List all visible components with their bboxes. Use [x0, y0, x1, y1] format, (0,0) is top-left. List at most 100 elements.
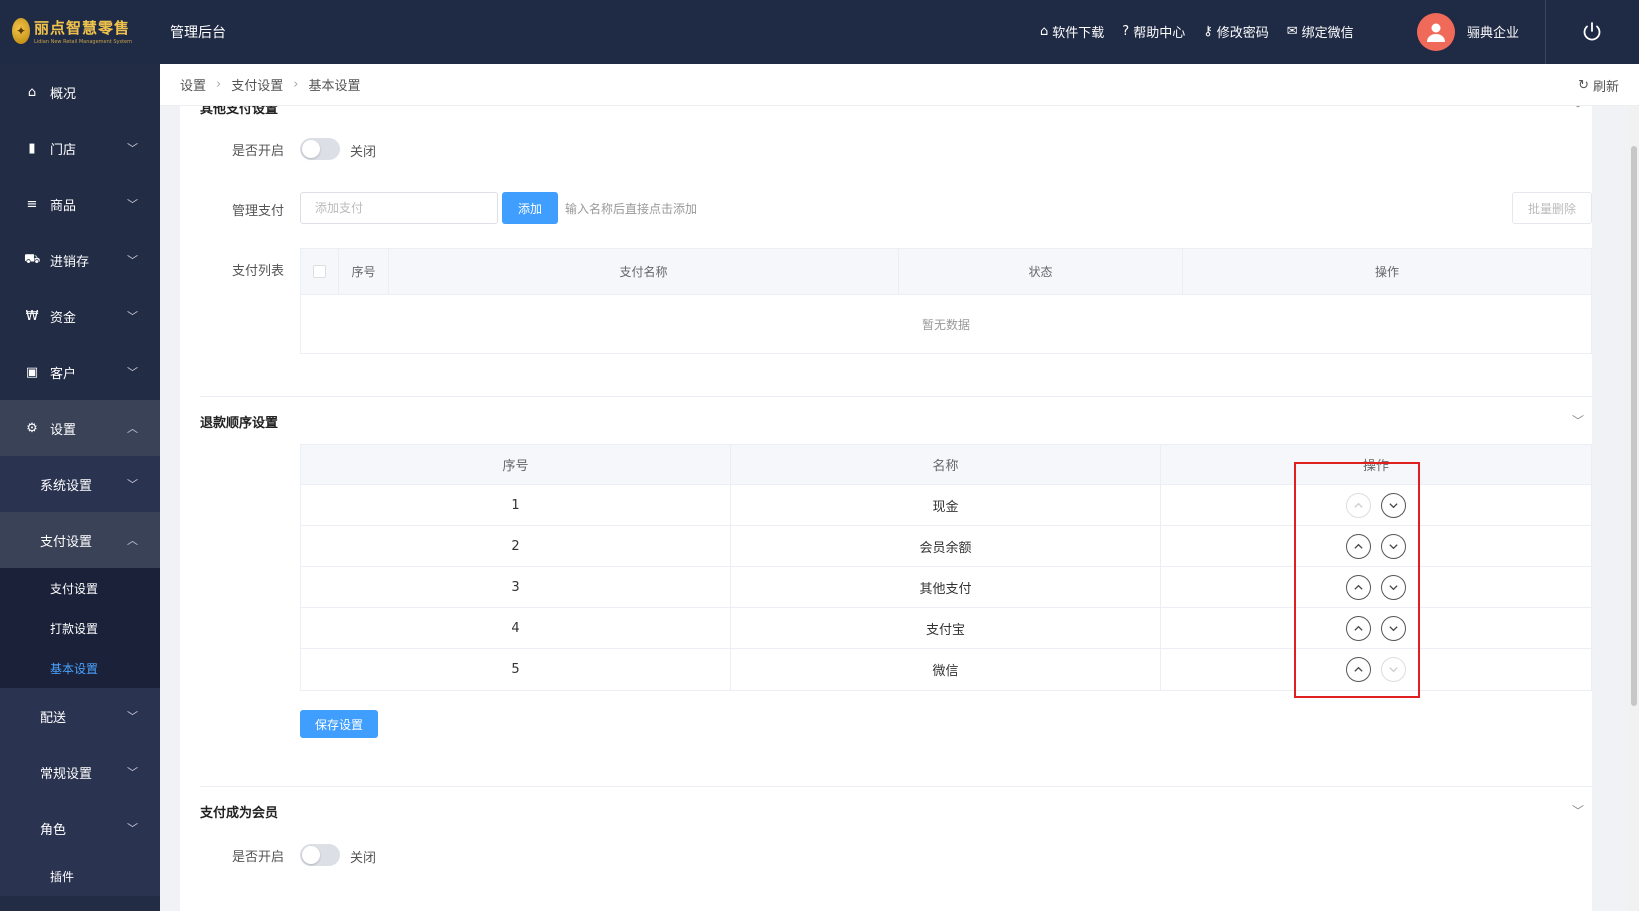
sidebar-item-label: 客户	[50, 366, 77, 382]
refresh-label: 刷新	[1592, 80, 1619, 95]
sidebar-leaf-transfer[interactable]: 打款设置	[0, 608, 160, 648]
member-pay-enable-switch[interactable]	[300, 844, 340, 866]
sidebar-item-label: 常规设置	[40, 766, 93, 782]
help-center-label: 帮助中心	[1133, 26, 1186, 41]
select-all-checkbox[interactable]	[313, 265, 326, 278]
section-title-member-pay: 支付成为会员	[200, 806, 279, 821]
row-name: 现金	[731, 485, 1161, 525]
company-name[interactable]: 骊典企业	[1467, 22, 1519, 41]
table-header: 序号 支付名称 状态 操作	[301, 249, 1591, 295]
chevron-down-icon: ﹀	[127, 478, 138, 491]
enable-state-text: 关闭	[350, 145, 377, 160]
power-icon[interactable]	[1580, 20, 1604, 44]
row-number: 5	[301, 649, 731, 690]
scrollbar-thumb[interactable]	[1631, 146, 1637, 706]
select-all-cell	[301, 249, 339, 294]
change-password-link[interactable]: ⚷ 修改密码	[1203, 22, 1269, 41]
list-icon: ≡	[26, 196, 38, 212]
home-icon: ⌂	[27, 84, 37, 100]
sidebar-item-label: 设置	[50, 422, 77, 438]
column-header: 序号	[301, 445, 731, 484]
sidebar-item-label: 进销存	[50, 254, 90, 270]
chevron-down-icon: ﹀	[127, 822, 138, 835]
breadcrumb: 设置 › 支付设置 › 基本设置 ↻ 刷新	[160, 64, 1639, 106]
admin-title: 管理后台	[170, 25, 226, 41]
enable-state-text: 关闭	[350, 851, 377, 866]
column-header: 序号	[339, 249, 389, 294]
sidebar-item-store[interactable]: ▮ 门店 ﹀	[0, 120, 160, 176]
pay-list-label: 支付列表	[232, 264, 285, 279]
section-title-other-pay: 其他支付设置	[200, 106, 279, 117]
chevron-down-icon: ﹀	[127, 254, 138, 267]
add-button[interactable]: 添加	[502, 192, 558, 224]
help-center-link[interactable]: ? 帮助中心	[1122, 22, 1185, 41]
chevron-down-icon[interactable]: ﹀	[1572, 412, 1584, 429]
software-download-link[interactable]: ⌂ 软件下载	[1040, 22, 1104, 41]
chevron-down-icon: ﹀	[127, 198, 138, 211]
avatar[interactable]	[1417, 13, 1455, 51]
sidebar-item-general-settings[interactable]: 常规设置 ﹀	[0, 744, 160, 800]
sidebar-item-role[interactable]: 角色 ﹀	[0, 800, 160, 856]
breadcrumb-item[interactable]: 支付设置	[231, 75, 283, 94]
logo-mark-icon: ✦	[12, 18, 31, 44]
row-name: 支付宝	[731, 608, 1161, 648]
sidebar-item-label: 资金	[50, 310, 77, 326]
chevron-down-icon: ﹀	[127, 710, 138, 723]
chevron-down-icon: ﹀	[127, 310, 138, 323]
chevron-down-icon[interactable]: ﹀	[1572, 106, 1584, 117]
sidebar-item-overview[interactable]: ⌂ 概况	[0, 64, 160, 120]
row-number: 2	[301, 526, 731, 566]
key-icon: ⚷	[1203, 24, 1213, 39]
sidebar-item-customer[interactable]: ▣ 客户 ﹀	[0, 344, 160, 400]
bind-wechat-link[interactable]: ✉ 绑定微信	[1287, 22, 1354, 41]
row-name: 微信	[731, 649, 1161, 690]
add-pay-input[interactable]	[300, 192, 498, 224]
id-card-icon: ▣	[25, 364, 39, 380]
manage-pay-label: 管理支付	[232, 204, 285, 219]
breadcrumb-item[interactable]: 设置	[180, 75, 206, 94]
sidebar-item-label: 角色	[40, 822, 67, 838]
column-header: 支付名称	[389, 249, 899, 294]
sidebar-leaf-basic[interactable]: 基本设置	[0, 648, 160, 688]
row-number: 4	[301, 608, 731, 648]
store-icon: ⌂	[1040, 24, 1049, 39]
save-settings-button[interactable]: 保存设置	[300, 710, 378, 738]
top-divider	[1545, 0, 1546, 64]
software-download-label: 软件下载	[1052, 26, 1105, 41]
settings-card: 其他支付设置 ﹀ 是否开启 关闭 管理支付 添加 输入名称后直接点击添加 批量删…	[180, 106, 1592, 911]
sidebar-item-system-settings[interactable]: 系统设置 ﹀	[0, 456, 160, 512]
row-name: 其他支付	[731, 567, 1161, 607]
sidebar-item-settings[interactable]: ⚙ 设置 ︿	[0, 400, 160, 456]
store-icon: ▮	[28, 140, 36, 156]
enable-label: 是否开启	[232, 850, 285, 865]
sidebar: ⌂ 概况 ▮ 门店 ﹀ ≡ 商品 ﹀ ⛟ 进销存 ﹀ ₩ 资金 ﹀ ▣ 客户 ﹀…	[0, 64, 160, 911]
sidebar-item-delivery[interactable]: 配送 ﹀	[0, 688, 160, 744]
help-icon: ?	[1122, 24, 1130, 39]
top-bar: ✦ 丽点智慧零售 Lidian New Retail Management Sy…	[0, 0, 1639, 64]
sidebar-item-funds[interactable]: ₩ 资金 ﹀	[0, 288, 160, 344]
other-pay-enable-switch[interactable]	[300, 138, 340, 160]
highlight-box	[1294, 462, 1420, 698]
sidebar-leaf-plugin[interactable]: 插件	[0, 856, 160, 896]
refresh-button[interactable]: ↻ 刷新	[1578, 76, 1619, 95]
bind-wechat-label: 绑定微信	[1301, 26, 1354, 41]
chevron-down-icon: ﹀	[127, 366, 138, 379]
wechat-icon: ✉	[1286, 24, 1298, 39]
top-links: ⌂ 软件下载 ? 帮助中心 ⚷ 修改密码 ✉ 绑定微信	[1040, 22, 1354, 41]
batch-delete-button[interactable]: 批量删除	[1512, 192, 1592, 224]
sidebar-leaf-payment[interactable]: 支付设置	[0, 568, 160, 608]
chevron-down-icon[interactable]: ﹀	[1572, 802, 1584, 819]
sidebar-item-inventory[interactable]: ⛟ 进销存 ﹀	[0, 232, 160, 288]
sidebar-item-payment-settings[interactable]: 支付设置 ︿	[0, 512, 160, 568]
empty-text: 暂无数据	[921, 317, 970, 332]
logo-subtitle: Lidian New Retail Management System	[34, 39, 132, 45]
sidebar-item-label: 商品	[50, 198, 77, 214]
column-header: 操作	[1374, 265, 1399, 279]
logo[interactable]: ✦ 丽点智慧零售 Lidian New Retail Management Sy…	[12, 14, 132, 48]
sidebar-item-label: 支付设置	[40, 534, 93, 550]
vertical-scrollbar[interactable]	[1629, 106, 1639, 911]
change-password-label: 修改密码	[1216, 26, 1269, 41]
sidebar-item-goods[interactable]: ≡ 商品 ﹀	[0, 176, 160, 232]
chevron-down-icon: ﹀	[127, 766, 138, 779]
truck-icon: ⛟	[24, 251, 41, 267]
